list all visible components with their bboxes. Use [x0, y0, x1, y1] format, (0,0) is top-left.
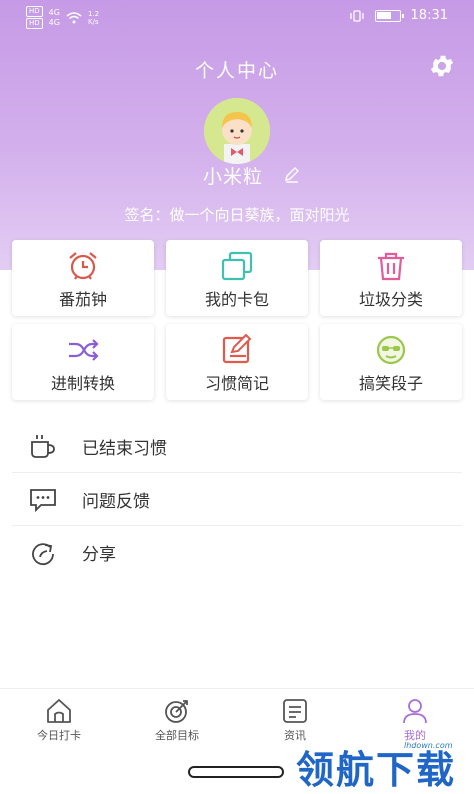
alarm-clock-icon: [66, 250, 100, 282]
network-type-1: 4G: [48, 8, 60, 17]
bottom-tab-bar: 今日打卡 全部目标 资讯 我的: [0, 688, 474, 748]
wifi-icon: [66, 11, 82, 23]
tile-label: 垃圾分类: [358, 290, 423, 309]
system-indicators: 18:31: [349, 8, 448, 23]
gear-icon[interactable]: [428, 52, 456, 80]
battery-icon: [374, 9, 404, 22]
sunglasses-face-icon: [374, 334, 408, 366]
notebook-pen-icon: [220, 334, 254, 366]
list-item-label: 问题反馈: [82, 491, 150, 512]
tab-news[interactable]: 资讯: [236, 689, 354, 749]
home-icon: [44, 697, 74, 725]
pencil-icon[interactable]: [283, 166, 301, 184]
tile-label: 搞笑段子: [358, 374, 423, 393]
share-refresh-icon: [28, 540, 58, 566]
page-title: 个人中心: [194, 60, 279, 82]
home-indicator[interactable]: [188, 766, 284, 778]
news-icon: [280, 697, 310, 725]
avatar[interactable]: [204, 98, 270, 164]
shuffle-icon: [66, 334, 100, 366]
list-item-ended-habits[interactable]: 已结束习惯: [12, 420, 462, 473]
profile-icon: [400, 697, 430, 725]
tab-label: 资讯: [284, 729, 306, 742]
tab-label: 全部目标: [155, 729, 199, 742]
status-bar: HD HD 4G 4G 1.2 K/s 18:31: [0, 0, 474, 32]
tile-pomodoro[interactable]: 番茄钟: [12, 240, 154, 316]
tile-garbage-sorting[interactable]: 垃圾分类: [320, 240, 462, 316]
card-stack-icon: [220, 250, 254, 282]
coffee-cup-icon: [28, 433, 58, 459]
watermark-text: 领航下载: [296, 748, 457, 792]
nickname: 小米粒: [203, 166, 264, 188]
clock: 18:31: [410, 8, 448, 23]
trash-can-icon: [374, 250, 408, 282]
avatar-illustration: [204, 98, 270, 164]
signature: 签名：做一个向日葵族，面对阳光: [124, 206, 350, 224]
tile-jokes[interactable]: 搞笑段子: [320, 324, 462, 400]
tab-label: 今日打卡: [37, 729, 81, 742]
hd-badge-1: HD: [26, 6, 43, 17]
tile-label: 我的卡包: [204, 290, 269, 309]
settings-list: 已结束习惯 问题反馈 分享: [12, 420, 462, 579]
list-item-feedback[interactable]: 问题反馈: [12, 473, 462, 526]
list-item-label: 分享: [82, 545, 116, 565]
tile-label: 习惯简记: [204, 374, 269, 393]
tab-all-goals[interactable]: 全部目标: [118, 689, 236, 749]
network-indicators: HD HD 4G 4G 1.2 K/s: [26, 6, 99, 29]
vibrate-icon: [349, 9, 364, 22]
tab-today-checkin[interactable]: 今日打卡: [0, 689, 118, 749]
list-item-share[interactable]: 分享: [12, 526, 462, 579]
tab-mine[interactable]: 我的: [356, 689, 474, 749]
network-type-2: 4G: [48, 18, 60, 27]
tile-label: 进制转换: [50, 374, 115, 393]
feedback-chat-icon: [28, 486, 58, 512]
tile-card-wallet[interactable]: 我的卡包: [166, 240, 308, 316]
list-item-label: 已结束习惯: [82, 438, 167, 459]
tile-base-conversion[interactable]: 进制转换: [12, 324, 154, 400]
battery-fill: [376, 11, 391, 19]
hd-badge-2: HD: [26, 18, 43, 29]
tile-habit-notes[interactable]: 习惯简记: [166, 324, 308, 400]
tile-label: 番茄钟: [58, 290, 107, 309]
target-icon: [162, 697, 192, 725]
network-speed: 1.2 K/s: [87, 9, 100, 26]
